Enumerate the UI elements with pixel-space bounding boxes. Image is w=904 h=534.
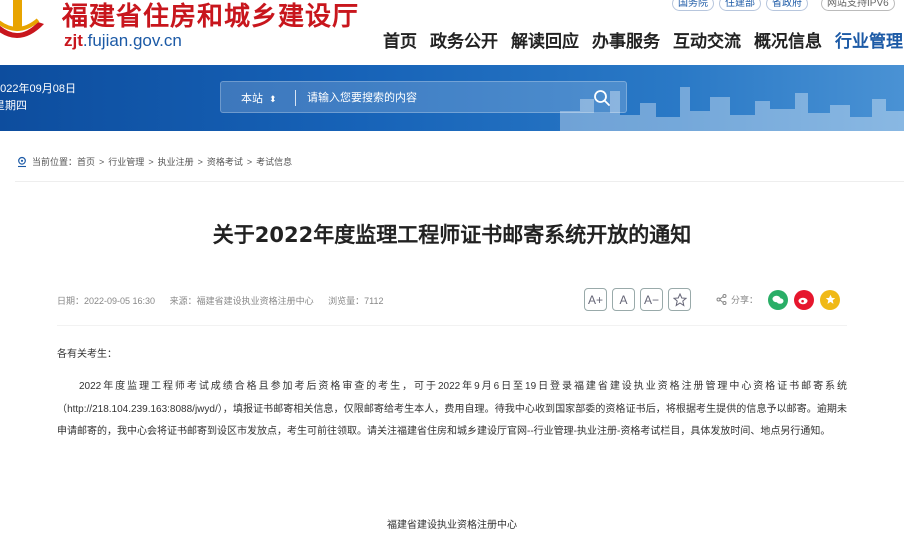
breadcrumb-industry[interactable]: 行业管理 [108, 155, 144, 168]
font-decrease-button[interactable]: A− [640, 288, 663, 311]
link-mohurd[interactable]: 住建部 [719, 0, 761, 11]
site-domain: zjt.fujian.gov.cn [64, 31, 182, 50]
article-signature: 福建省建设执业资格注册中心 [387, 520, 517, 531]
location-pin-icon [18, 156, 26, 167]
logo-emblem-icon [0, 0, 44, 38]
banner: 2022年09月08日 星期四 本站⬍ [0, 65, 904, 131]
ipv6-badge: 网站支持IPV6 [821, 0, 895, 11]
article-source: 来源：福建省建设执业资格注册中心 [169, 296, 314, 306]
search-box: 本站 ⬍ [220, 81, 627, 113]
share-label: 分享： [716, 293, 758, 306]
nav-overview[interactable]: 概况信息 [754, 27, 822, 52]
share-wechat-button[interactable] [768, 289, 789, 310]
share-icon [716, 294, 727, 305]
current-date: 2022年09月08日 星期四 [0, 83, 76, 112]
link-province-gov[interactable]: 省政府 [766, 0, 808, 11]
breadcrumb-exam-info[interactable]: 考试信息 [256, 155, 292, 168]
search-icon[interactable] [593, 89, 611, 107]
sort-arrows-icon: ⬍ [269, 94, 277, 104]
article-greeting: 各有关考生： [57, 349, 117, 360]
search-input[interactable] [307, 88, 577, 108]
breadcrumb-home[interactable]: 首页 [77, 155, 95, 168]
favorite-button[interactable] [668, 288, 691, 311]
share-weibo-button[interactable] [794, 289, 815, 310]
top-links: 国务院 住建部 省政府 网站支持IPV6 [672, 0, 895, 11]
share-qzone-button[interactable] [820, 289, 841, 310]
breadcrumb-exam[interactable]: 资格考试 [207, 155, 243, 168]
font-increase-button[interactable]: A+ [584, 288, 607, 311]
nav-home[interactable]: 首页 [383, 27, 417, 52]
article-meta: 日期：2022-09-05 16:30 来源：福建省建设执业资格注册中心 浏览量… [57, 294, 395, 307]
view-count: 浏览量：7112 [328, 296, 384, 306]
breadcrumb-registration[interactable]: 执业注册 [158, 155, 194, 168]
breadcrumb: 当前位置： 首页 > 行业管理 > 执业注册 > 资格考试 > 考试信息 [16, 155, 292, 168]
font-reset-button[interactable]: A [612, 288, 635, 311]
nav-gov-affairs[interactable]: 政务公开 [430, 27, 498, 52]
main-nav: 首页 政务公开 解读回应 办事服务 互动交流 概况信息 行业管理 [383, 27, 904, 52]
breadcrumb-divider [15, 181, 904, 182]
meta-divider [57, 325, 847, 326]
article-title: 关于2022年度监理工程师证书邮寄系统开放的通知 [212, 223, 692, 247]
weibo-icon [798, 297, 808, 304]
article-body: 2022年度监理工程师考试成绩合格且参加考后资格审查的考生，可于2022年9月6… [57, 381, 847, 437]
wechat-icon [772, 295, 784, 304]
site-header: 福建省住房和城乡建设厅 zjt.fujian.gov.cn 国务院 住建部 省政… [0, 0, 904, 65]
nav-services[interactable]: 办事服务 [592, 27, 660, 52]
star-icon [672, 292, 687, 307]
link-state-council[interactable]: 国务院 [672, 0, 714, 11]
nav-interaction[interactable]: 互动交流 [673, 27, 741, 52]
nav-industry[interactable]: 行业管理 [835, 27, 903, 52]
publish-date: 日期：2022-09-05 16:30 [57, 296, 156, 306]
breadcrumb-label: 当前位置： [32, 157, 78, 167]
article-tools: A+ A A− 分享： [584, 288, 841, 311]
nav-interpretation[interactable]: 解读回应 [511, 27, 579, 52]
search-separator [295, 90, 296, 106]
search-scope-select[interactable]: 本站 ⬍ [241, 90, 277, 106]
site-title[interactable]: 福建省住房和城乡建设厅 [62, 0, 359, 33]
qzone-star-icon [825, 294, 835, 304]
